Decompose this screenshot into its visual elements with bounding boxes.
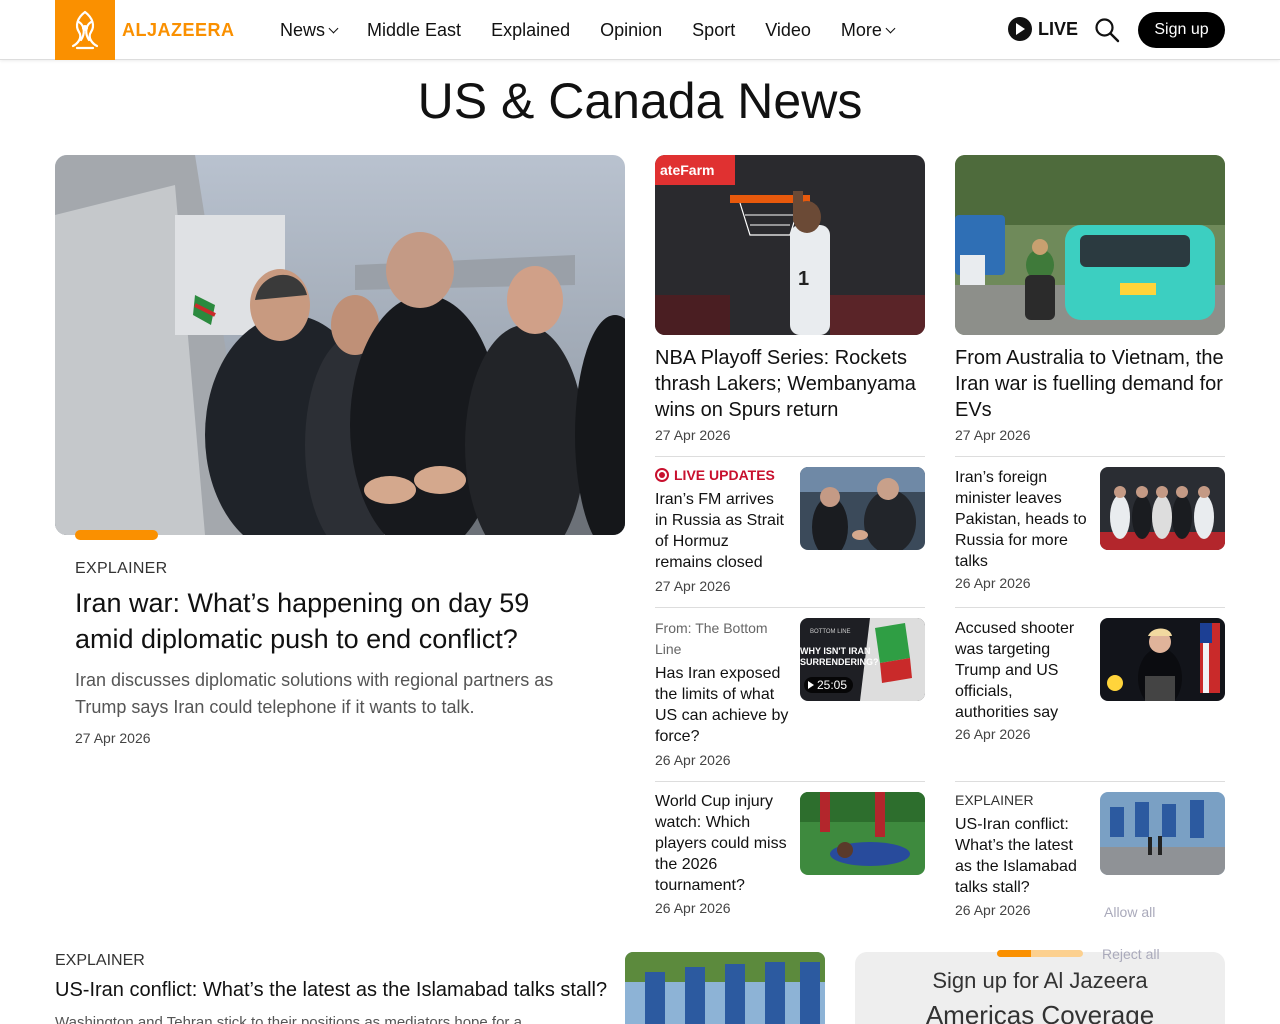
nav-more[interactable]: More [840, 19, 896, 41]
list-item-date: 27 Apr 2026 [655, 578, 731, 594]
nav-news-label: News [280, 19, 326, 40]
logo-mark-icon [55, 0, 115, 60]
consent-progress-fill [997, 950, 1032, 957]
list-item-title[interactable]: Iran’s FM arrives in Russia as Strait of… [655, 489, 790, 573]
ev-card-date: 27 Apr 2026 [955, 427, 1031, 443]
list-item-date: 26 Apr 2026 [655, 900, 731, 916]
logo[interactable]: ALJAZEERA [55, 0, 235, 60]
list-item-title[interactable]: Iran’s foreign minister leaves Pakistan,… [955, 467, 1090, 572]
video-duration-badge: 25:05 [804, 677, 854, 693]
nav-explained-label: Explained [491, 19, 571, 40]
duration-label: 25:05 [817, 678, 848, 692]
play-icon [808, 681, 814, 689]
bottom-title[interactable]: US-Iran conflict: What’s the latest as t… [55, 979, 607, 1002]
list-item-date: 26 Apr 2026 [655, 752, 731, 768]
nba-card-date: 27 Apr 2026 [655, 427, 731, 443]
live-updates-tag: LIVE UPDATES [655, 467, 775, 483]
divider [655, 456, 925, 457]
svg-text:1: 1 [798, 268, 809, 290]
live-dot-icon [655, 468, 669, 482]
divider [655, 781, 925, 782]
thumbnail-text: WHY ISN'T IRAN SURRENDERING? [800, 646, 879, 667]
nba-card-image[interactable]: ateFarm 1 [655, 155, 925, 335]
nav-explained[interactable]: Explained [491, 20, 570, 41]
divider [955, 456, 1225, 457]
nav-video[interactable]: Video [765, 20, 811, 41]
list-item-title[interactable]: World Cup injury watch: Which players co… [655, 791, 790, 896]
site-header: ALJAZEERA News Middle East Explained Opi… [0, 0, 1280, 60]
page-title: US & Canada News [417, 73, 863, 129]
live-updates-label: LIVE UPDATES [674, 467, 775, 483]
live-button[interactable]: LIVE [1008, 17, 1078, 41]
nav-middle-east[interactable]: Middle East [367, 20, 461, 41]
list-item-thumbnail[interactable] [1100, 467, 1225, 550]
chevron-down-icon [328, 23, 339, 33]
list-item-title[interactable]: Has Iran exposed the limits of what US c… [655, 663, 790, 747]
list-item-title[interactable]: Accused shooter was targeting Trump and … [955, 618, 1090, 723]
newsletter-title: Sign up for Al Jazeera [932, 968, 1148, 993]
source-label: From: The Bottom Line [655, 620, 768, 657]
hero-description: Iran discusses diplomatic solutions with… [75, 670, 554, 717]
hero-label: EXPLAINER [75, 560, 168, 577]
list-item-date: 26 Apr 2026 [955, 575, 1031, 591]
video-thumbnail[interactable]: BOTTOM LINE WHY ISN'T IRAN SURRENDERING?… [800, 618, 925, 701]
list-item-thumbnail[interactable] [800, 792, 925, 875]
list-item-label: EXPLAINER [955, 792, 1034, 808]
nba-card-title[interactable]: NBA Playoff Series: Rockets thrash Laker… [655, 345, 927, 423]
list-item-thumbnail[interactable] [1100, 618, 1225, 701]
nav-middle-east-label: Middle East [367, 19, 462, 40]
hero-title[interactable]: Iran war: What’s happening on day 59 ami… [75, 585, 595, 657]
list-item-date: 26 Apr 2026 [955, 726, 1031, 742]
newsletter-subtitle: Americas Coverage [925, 1000, 1155, 1024]
list-item-thumbnail[interactable] [1100, 792, 1225, 875]
logo-text: ALJAZEERA [122, 19, 235, 40]
hero-accent-bar [75, 530, 158, 540]
divider [955, 607, 1225, 608]
live-label: LIVE [1038, 18, 1079, 39]
main-nav: News Middle East Explained Opinion Sport… [280, 0, 924, 60]
ev-card-title[interactable]: From Australia to Vietnam, the Iran war … [955, 345, 1227, 423]
ev-card-image[interactable] [955, 155, 1225, 335]
play-icon [1008, 17, 1032, 41]
allow-all-button[interactable]: Allow all [1104, 904, 1155, 920]
list-item-date: 26 Apr 2026 [955, 902, 1031, 918]
search-icon[interactable] [1094, 17, 1120, 43]
nav-more-label: More [840, 19, 882, 40]
signup-button[interactable]: Sign up [1138, 12, 1225, 48]
bottom-label: EXPLAINER [55, 952, 145, 969]
nav-opinion[interactable]: Opinion [600, 20, 662, 41]
list-item-thumbnail[interactable] [800, 467, 925, 550]
divider [655, 607, 925, 608]
chevron-down-icon [885, 23, 896, 33]
nav-news[interactable]: News [280, 19, 339, 41]
svg-text:ateFarm: ateFarm [660, 162, 714, 178]
nav-sport-label: Sport [692, 19, 736, 40]
divider [955, 781, 1225, 782]
nav-sport[interactable]: Sport [692, 20, 735, 41]
bottom-image[interactable] [625, 952, 825, 1024]
consent-progress-bar [997, 950, 1083, 957]
reject-all-button[interactable]: Reject all [1102, 946, 1160, 962]
svg-text:BOTTOM LINE: BOTTOM LINE [810, 629, 851, 635]
list-item-title[interactable]: US-Iran conflict: What’s the latest as t… [955, 814, 1090, 898]
nav-video-label: Video [765, 19, 811, 40]
hero-date: 27 Apr 2026 [75, 730, 151, 746]
bottom-description: Washington and Tehran stick to their pos… [55, 1014, 522, 1024]
hero-image[interactable] [55, 155, 625, 535]
nav-opinion-label: Opinion [600, 19, 663, 40]
